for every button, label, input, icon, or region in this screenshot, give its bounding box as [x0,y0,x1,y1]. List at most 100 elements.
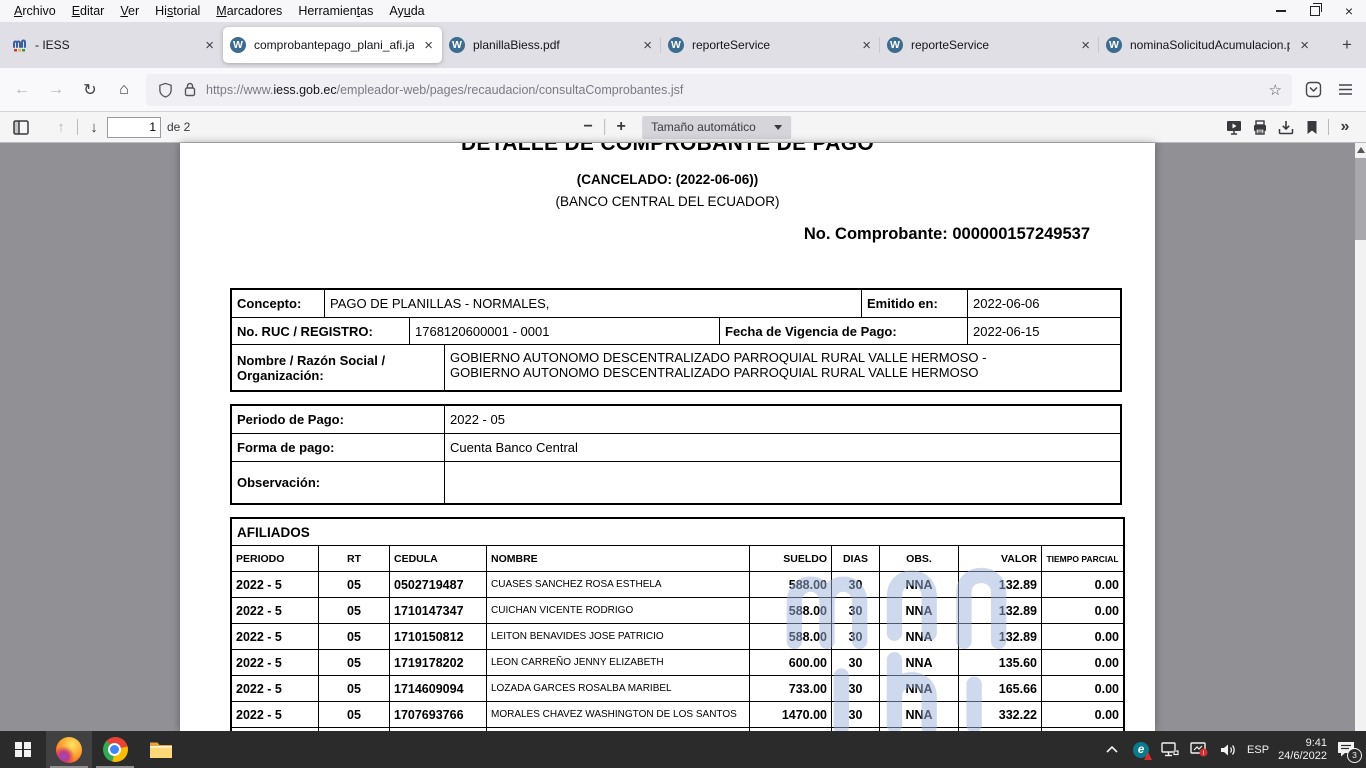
windows-security-tray-icon[interactable]: ! [1189,738,1209,762]
bookmark-star-icon[interactable]: ☆ [1269,81,1282,99]
table-cell: NNA [880,624,959,649]
browser-tab[interactable]: WplanillaBiess.pdf× [442,27,661,63]
table-cell: NNA [880,598,959,623]
scroll-up-icon[interactable] [1357,147,1365,153]
vertical-scrollbar[interactable] [1355,143,1366,731]
menu-item[interactable]: Herramientas [290,2,381,20]
more-tools-button[interactable]: » [1332,115,1358,139]
zoom-level-select[interactable]: Tamaño automático [642,116,791,139]
column-header: OBS. [880,546,959,571]
pdf-viewer-area: DETALLE DE COMPROBANTE DE PAGO (CANCELAD… [0,143,1366,731]
antivirus-tray-icon[interactable]: e [1131,738,1151,762]
network-tray-icon[interactable] [1160,738,1180,762]
url-text[interactable]: https://www.iess.gob.ec/empleador-web/pa… [206,83,1261,97]
reload-button[interactable]: ↻ [74,75,106,105]
shield-icon[interactable] [156,75,174,105]
home-button[interactable]: ⌂ [108,75,140,105]
table-cell: 332.22 [959,702,1042,727]
browser-tab[interactable]: - IESS × [4,27,223,63]
wordpress-favicon-icon: W [887,37,903,53]
close-button[interactable]: × [1332,0,1366,22]
browser-tab[interactable]: WreporteService× [880,27,1099,63]
bookmark-button[interactable] [1299,115,1325,139]
lock-icon[interactable] [182,75,198,105]
print-button[interactable] [1247,115,1273,139]
restore-icon [1310,6,1320,16]
table-cell: 1710150812 [390,624,487,649]
taskbar-explorer-button[interactable] [138,731,184,768]
wordpress-favicon-icon: W [668,37,684,53]
zoom-in-button[interactable]: + [608,115,634,139]
new-tab-button[interactable]: + [1332,30,1362,60]
notification-count-badge: 3 [1347,748,1362,763]
clock[interactable]: 9:41 24/6/2022 [1278,737,1327,763]
column-header: PERIODO [232,546,319,571]
firefox-window: ArchivoEditarVerHistorialMarcadoresHerra… [0,0,1366,768]
download-button[interactable] [1273,115,1299,139]
table-cell: LOZADA GARCES ROSALBA MARIBEL [487,676,750,701]
afiliados-title: AFILIADOS [232,519,1123,545]
zoom-level-label: Tamaño automático [651,120,756,134]
restore-button[interactable] [1298,0,1332,22]
table-cell: 0.00 [1042,702,1123,727]
wordpress-favicon-icon: W [449,37,465,53]
tab-close-icon[interactable]: × [1298,38,1311,53]
ruc-value: 1768120600001 - 0001 [410,318,720,344]
taskbar-chrome-button[interactable] [92,731,138,768]
menu-hamburger-icon[interactable] [1330,75,1360,105]
table-cell: 1710147347 [390,598,487,623]
tray-expand-chevron-icon[interactable] [1102,738,1122,762]
tab-label: - IESS [35,38,195,52]
menu-item[interactable]: Marcadores [208,2,290,20]
next-page-button[interactable]: ↓ [81,115,107,139]
tab-close-icon[interactable]: × [641,38,654,53]
sidebar-toggle-button[interactable] [8,115,34,139]
table-cell: 05 [319,598,390,623]
url-bar[interactable]: https://www.iess.gob.ec/empleador-web/pa… [146,74,1292,106]
table-cell: 0.00 [1042,572,1123,597]
forward-button[interactable]: → [40,75,72,105]
menu-item[interactable]: Archivo [6,2,64,20]
start-button[interactable] [0,731,46,768]
tab-close-icon[interactable]: × [203,38,216,53]
previous-page-button[interactable]: ↑ [48,115,74,139]
minimize-icon [1276,10,1286,12]
minimize-button[interactable] [1264,0,1298,22]
browser-tab-active[interactable]: Wcomprobantepago_plani_afi.jas× [223,27,442,63]
tab-label: reporteService [692,38,852,52]
menu-item[interactable]: Editar [64,2,113,20]
table-cell: 588.00 [750,598,832,623]
table-cell: 733.00 [750,676,832,701]
zoom-out-button[interactable]: − [575,115,601,139]
browser-tab[interactable]: WreporteService × [661,27,880,63]
taskbar-firefox-button[interactable] [46,731,92,768]
table-cell: 2022 - 5 [232,650,319,675]
language-indicator[interactable]: ESP [1247,744,1269,756]
table-cell: NNA [880,676,959,701]
page-number-input[interactable] [107,117,161,138]
presentation-mode-button[interactable] [1221,115,1247,139]
concepto-value: PAGO DE PLANILLAS - NORMALES, [325,290,862,317]
scrollbar-thumb[interactable] [1355,158,1366,240]
tab-close-icon[interactable]: × [422,38,435,53]
chevron-down-icon [774,125,782,130]
table-cell: CUICHAN VICENTE RODRIGO [487,598,750,623]
column-header: NOMBRE [487,546,750,571]
tab-close-icon[interactable]: × [1079,38,1092,53]
document-status-line: (CANCELADO: (2022-06-06)) [180,172,1155,187]
notification-center-button[interactable]: 3 [1336,740,1358,760]
browser-tab[interactable]: WnominaSolicitudAcumulacion.p× [1099,27,1318,63]
column-header: RT [319,546,390,571]
menu-item[interactable]: Historial [147,2,208,20]
table-cell: 05 [319,572,390,597]
table-cell: 135.60 [959,650,1042,675]
menu-item[interactable]: Ver [112,2,147,20]
tab-close-icon[interactable]: × [860,38,873,53]
table-cell: 30 [832,624,880,649]
menu-item[interactable]: Ayuda [381,2,432,20]
column-header: CEDULA [390,546,487,571]
pocket-icon[interactable] [1298,75,1328,105]
observacion-value [445,462,1120,503]
back-button[interactable]: ← [6,75,38,105]
volume-tray-icon[interactable] [1218,738,1238,762]
